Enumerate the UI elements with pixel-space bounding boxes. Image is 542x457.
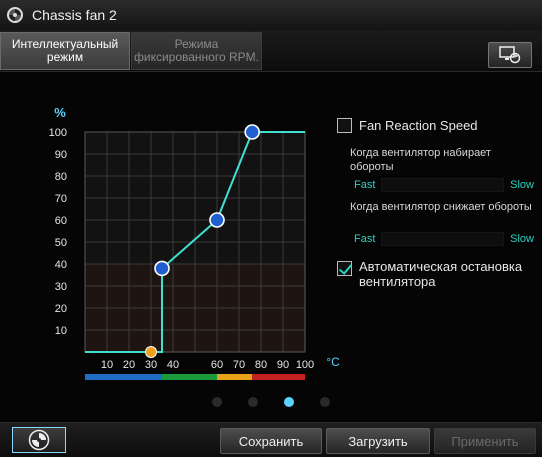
spin-up-fast-label: Fast xyxy=(354,179,376,191)
y-tick-label: 60 xyxy=(55,215,67,227)
y-tick-label: 30 xyxy=(55,281,67,293)
page-dot-3[interactable] xyxy=(284,397,294,407)
curve-control-point[interactable] xyxy=(209,212,225,228)
monitor-switch-button[interactable] xyxy=(488,42,532,68)
auto-stop-label: Автоматическая остановка вентилятора xyxy=(359,259,523,289)
y-tick-label: 20 xyxy=(55,303,67,315)
tab-smart-mode[interactable]: Интеллектуальный режим xyxy=(0,32,130,70)
x-tick-label: 20 xyxy=(123,359,135,371)
x-tick-label: 30 xyxy=(145,359,157,371)
x-tick-label: 60 xyxy=(211,359,223,371)
spin-up-slider[interactable]: Fast Slow xyxy=(354,177,534,193)
fan-reaction-label: Fan Reaction Speed xyxy=(359,118,478,133)
footer-bar: Сохранить Загрузить Применить xyxy=(0,422,542,457)
x-tick-label: 40 xyxy=(167,359,179,371)
spin-up-label: Когда вентилятор набирает обороты xyxy=(350,147,491,173)
fan-logo-icon xyxy=(28,429,50,451)
app-logo-icon xyxy=(7,7,23,23)
x-tick-label: 70 xyxy=(233,359,245,371)
tab-fixed-rpm[interactable]: Режима фиксированного RPM. xyxy=(131,32,262,70)
temperature-band xyxy=(252,374,305,380)
curve-control-point[interactable] xyxy=(244,124,260,140)
title-bar: Chassis fan 2 xyxy=(0,0,542,30)
fan-curve-chart[interactable]: 10 20 30 40 50 60 70 80 90 100% 10 20 30 40 60 70 80 90 10… xyxy=(0,72,340,392)
fan-reaction-checkbox[interactable] xyxy=(337,118,352,133)
spin-down-fast-label: Fast xyxy=(354,233,376,245)
y-tick-label: 50 xyxy=(55,237,67,249)
page-dot-1[interactable] xyxy=(212,397,222,407)
page-indicator xyxy=(212,397,330,407)
y-tick-label: 70 xyxy=(55,193,67,205)
window-title: Chassis fan 2 xyxy=(32,7,117,23)
x-tick-label: 80 xyxy=(255,359,267,371)
x-tick-label: 10 xyxy=(101,359,113,371)
mode-tabs: Интеллектуальный режим Режима фиксирован… xyxy=(0,30,542,72)
apply-button[interactable]: Применить xyxy=(434,428,536,454)
page-dot-4[interactable] xyxy=(320,397,330,407)
spin-up-track[interactable] xyxy=(381,178,505,192)
load-button[interactable]: Загрузить xyxy=(326,428,430,454)
y-tick-label: 90 xyxy=(55,149,67,161)
page-dot-2[interactable] xyxy=(248,397,258,407)
start-control-point[interactable] xyxy=(145,346,157,358)
x-tick-label: 90 xyxy=(277,359,289,371)
y-tick-label: 100 xyxy=(49,127,67,139)
curve-control-point[interactable] xyxy=(154,260,170,277)
spin-down-label: Когда вентилятор снижает обороты xyxy=(350,201,532,213)
y-tick-label: 80 xyxy=(55,171,67,183)
monitor-refresh-icon xyxy=(499,46,521,64)
spin-up-slow-label: Slow xyxy=(510,179,534,191)
temperature-band xyxy=(162,374,217,380)
logo-button[interactable] xyxy=(12,427,66,453)
x-tick-label: 100 xyxy=(296,359,314,371)
fan-reaction-row[interactable]: Fan Reaction Speed xyxy=(337,118,478,133)
auto-stop-checkbox[interactable] xyxy=(337,261,352,276)
temperature-band xyxy=(85,374,162,380)
y-tick-label: 10 xyxy=(55,325,67,337)
x-axis-label: °C xyxy=(326,355,340,369)
y-axis-label: % xyxy=(54,105,66,120)
spin-down-slider[interactable]: Fast Slow xyxy=(354,231,534,247)
save-button[interactable]: Сохранить xyxy=(220,428,322,454)
y-tick-label: 40 xyxy=(55,259,67,271)
spin-down-track[interactable] xyxy=(381,232,505,246)
spin-down-slow-label: Slow xyxy=(510,233,534,245)
auto-stop-row[interactable]: Автоматическая остановка вентилятора xyxy=(337,259,539,289)
temperature-band xyxy=(217,374,253,380)
